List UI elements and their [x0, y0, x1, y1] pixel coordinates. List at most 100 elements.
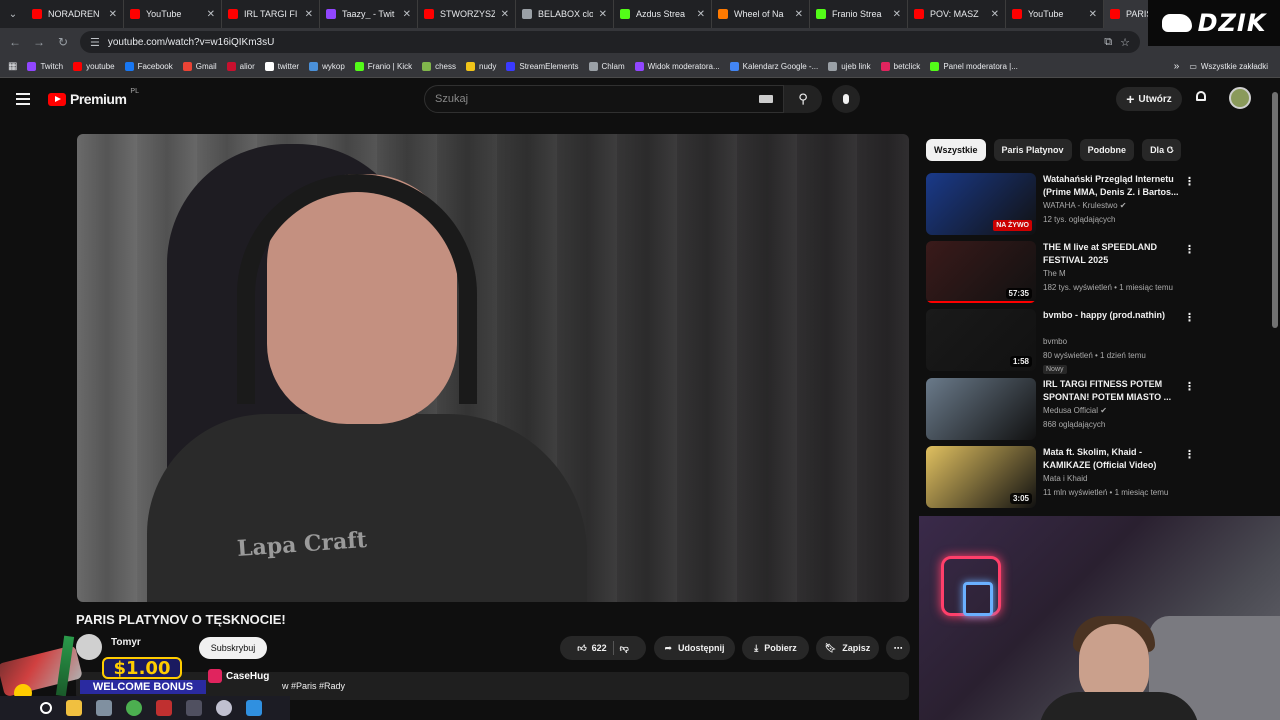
- youtube-logo[interactable]: Premium PL: [48, 88, 139, 107]
- bookmark-item[interactable]: twitter: [264, 62, 299, 71]
- filter-chip[interactable]: Wszystkie: [926, 139, 986, 161]
- browser-tab[interactable]: IRL TARGI FI ✕: [222, 0, 320, 28]
- voice-search-button[interactable]: [832, 85, 860, 113]
- bookmark-item[interactable]: Panel moderatora |...: [930, 62, 1018, 71]
- video-thumbnail[interactable]: NA ŻYWO: [926, 173, 1036, 235]
- browser-tab[interactable]: YouTube ✕: [1006, 0, 1104, 28]
- taskbar-app-icon[interactable]: [96, 700, 112, 716]
- filter-chip[interactable]: Podobne: [1079, 139, 1135, 161]
- apps-icon[interactable]: ▦: [8, 61, 17, 72]
- close-tab-icon[interactable]: ✕: [501, 9, 509, 20]
- close-tab-icon[interactable]: ✕: [109, 9, 117, 20]
- more-options-icon[interactable]: ⋮: [1184, 380, 1195, 393]
- recommendation-title[interactable]: Mata ft. Skolim, Khaid - KAMIKAZE (Offic…: [1043, 446, 1179, 471]
- browser-tab[interactable]: NORADREN ✕: [26, 0, 124, 28]
- more-bookmarks-icon[interactable]: »: [1174, 61, 1180, 72]
- taskbar-search-icon[interactable]: [40, 702, 52, 714]
- download-button[interactable]: ⤓ Pobierz: [742, 636, 809, 660]
- notifications-bell-icon[interactable]: [1194, 91, 1208, 105]
- recommendation-item[interactable]: 1:58 bvmbo - happy (prod.nathin) bvmbo 8…: [926, 309, 1196, 374]
- bookmark-item[interactable]: Chlam: [588, 62, 625, 71]
- all-bookmarks-folder[interactable]: ▭ Wszystkie zakładki: [1189, 62, 1272, 71]
- close-tab-icon[interactable]: ✕: [599, 9, 607, 20]
- close-tab-icon[interactable]: ✕: [1089, 9, 1097, 20]
- bookmark-item[interactable]: chess: [422, 62, 456, 71]
- share-button[interactable]: ➦ Udostępnij: [654, 636, 735, 660]
- search-input[interactable]: [435, 93, 759, 105]
- video-player[interactable]: Lapa Craft: [77, 134, 909, 602]
- keyboard-icon[interactable]: [759, 95, 773, 103]
- reload-icon[interactable]: ↻: [56, 35, 70, 49]
- more-options-icon[interactable]: ⋮: [1184, 243, 1195, 256]
- recommendation-item[interactable]: 57:35 THE M live at SPEEDLAND FESTIVAL 2…: [926, 241, 1196, 303]
- close-tab-icon[interactable]: ✕: [893, 9, 901, 20]
- create-button[interactable]: + Utwórz: [1116, 87, 1182, 111]
- recommendation-channel[interactable]: Medusa Official ✔︎: [1043, 406, 1107, 415]
- browser-tab[interactable]: YouTube ✕: [124, 0, 222, 28]
- url-field[interactable]: ☰ youtube.com/watch?v=w16iQIKm3sU ⧉ ☆: [80, 31, 1140, 53]
- recommendation-item[interactable]: IRL TARGI FITNESS POTEM SPONTAN! POTEM M…: [926, 378, 1196, 440]
- close-tab-icon[interactable]: ✕: [697, 9, 705, 20]
- filter-chip[interactable]: Paris Platynov: [993, 139, 1072, 161]
- recommendation-channel[interactable]: Mata i Khaid: [1043, 474, 1087, 483]
- save-button[interactable]: 🔖︎ Zapisz: [816, 636, 879, 660]
- close-tab-icon[interactable]: ✕: [207, 9, 215, 20]
- taskbar-chrome-icon[interactable]: [126, 700, 142, 716]
- recommendation-channel[interactable]: WATAHA - Krulestwo ✔︎: [1043, 201, 1126, 210]
- chevron-right-icon[interactable]: ›: [1170, 143, 1174, 157]
- bookmark-item[interactable]: ujeb link: [828, 62, 871, 71]
- taskbar-discord-icon[interactable]: [216, 700, 232, 716]
- recommendation-title[interactable]: THE M live at SPEEDLAND FESTIVAL 2025: [1043, 241, 1179, 266]
- more-options-icon[interactable]: ⋮: [1184, 448, 1195, 461]
- browser-tab[interactable]: Wheel of Na ✕: [712, 0, 810, 28]
- browser-tab[interactable]: STWORZYSZ ✕: [418, 0, 516, 28]
- video-thumbnail[interactable]: [926, 378, 1036, 440]
- bookmark-item[interactable]: wykop: [309, 62, 345, 71]
- more-actions-button[interactable]: ⋯: [886, 636, 910, 660]
- recommendation-title[interactable]: IRL TARGI FITNESS POTEM SPONTAN! POTEM M…: [1043, 378, 1179, 403]
- dislike-button[interactable]: 👎︎: [620, 643, 629, 654]
- bookmark-item[interactable]: betclick: [880, 62, 920, 71]
- recommendation-title[interactable]: Watahański Przegląd Internetu (Prime MMA…: [1043, 173, 1179, 198]
- more-options-icon[interactable]: ⋮: [1184, 311, 1195, 324]
- recommendation-title[interactable]: bvmbo - happy (prod.nathin): [1043, 309, 1179, 322]
- taskbar-settings-icon[interactable]: [186, 700, 202, 716]
- close-tab-icon[interactable]: ✕: [403, 9, 411, 20]
- close-tab-icon[interactable]: ✕: [991, 9, 999, 20]
- bookmark-item[interactable]: Gmail: [182, 62, 217, 71]
- browser-tab[interactable]: Azdus Strea ✕: [614, 0, 712, 28]
- bookmark-item[interactable]: Facebook: [124, 62, 173, 71]
- recommendation-item[interactable]: NA ŻYWO Watahański Przegląd Internetu (P…: [926, 173, 1196, 235]
- close-tab-icon[interactable]: ✕: [795, 9, 803, 20]
- bookmark-item[interactable]: alior: [226, 62, 255, 71]
- video-thumbnail[interactable]: 57:35: [926, 241, 1036, 303]
- browser-tab[interactable]: BELABOX clo ✕: [516, 0, 614, 28]
- taskbar-obs-icon[interactable]: [156, 700, 172, 716]
- taskbar-explorer-icon[interactable]: [66, 700, 82, 716]
- bookmark-item[interactable]: Widok moderatora...: [634, 62, 720, 71]
- recommendation-channel[interactable]: The M: [1043, 269, 1066, 278]
- page-scrollbar[interactable]: [1272, 92, 1278, 328]
- search-button[interactable]: ⚲: [784, 85, 822, 113]
- video-thumbnail[interactable]: 3:05: [926, 446, 1036, 508]
- account-avatar[interactable]: [1229, 87, 1251, 109]
- install-app-icon[interactable]: ⧉: [1104, 36, 1112, 49]
- bookmark-item[interactable]: StreamElements: [506, 62, 579, 71]
- filter-chip[interactable]: Dla C: [1142, 139, 1182, 161]
- more-options-icon[interactable]: ⋮: [1184, 175, 1195, 188]
- bookmark-item[interactable]: Twitch: [27, 62, 63, 71]
- recommendation-item[interactable]: 3:05 Mata ft. Skolim, Khaid - KAMIKAZE (…: [926, 446, 1196, 508]
- back-icon[interactable]: ←: [8, 35, 22, 49]
- menu-icon[interactable]: [16, 93, 30, 105]
- bookmark-item[interactable]: youtube: [73, 62, 115, 71]
- casino-ad-overlay[interactable]: $1.00 WELCOME BONUS CaseHug: [0, 635, 276, 702]
- browser-tab[interactable]: Franio Strea ✕: [810, 0, 908, 28]
- recommendation-channel[interactable]: bvmbo: [1043, 337, 1067, 346]
- video-thumbnail[interactable]: 1:58: [926, 309, 1036, 371]
- bookmark-item[interactable]: nudy: [466, 62, 496, 71]
- taskbar-window-icon[interactable]: [246, 700, 262, 716]
- tab-search-menu-icon[interactable]: ⌄: [0, 0, 26, 28]
- forward-icon[interactable]: →: [32, 35, 46, 49]
- site-info-icon[interactable]: ☰: [90, 36, 100, 49]
- bookmark-item[interactable]: Kalendarz Google -...: [729, 62, 818, 71]
